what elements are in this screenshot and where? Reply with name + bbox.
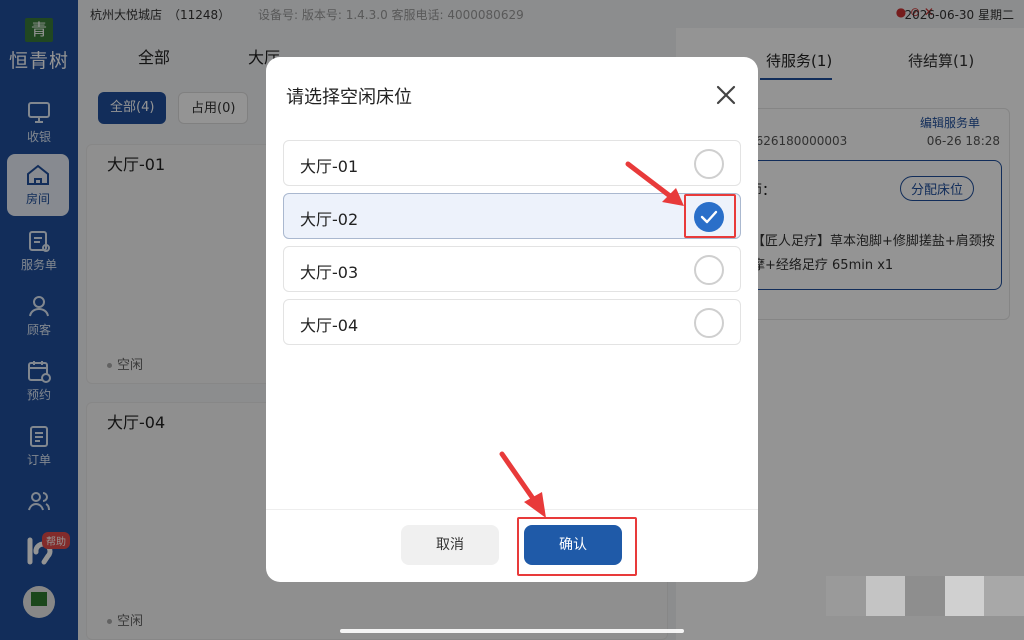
radio-unchecked-icon[interactable] [694, 308, 724, 338]
arrow-icon [499, 451, 546, 518]
bed-option-label: 大厅-04 [300, 316, 359, 335]
radio-unchecked-icon[interactable] [694, 255, 724, 285]
highlight-box-radio [684, 194, 736, 238]
bed-option-label: 大厅-02 [300, 210, 359, 229]
home-indicator[interactable] [340, 629, 684, 633]
arrow-icon [625, 161, 684, 206]
bed-option[interactable]: 大厅-03 [283, 246, 741, 292]
radio-unchecked-icon[interactable] [694, 149, 724, 179]
close-icon[interactable] [714, 83, 738, 107]
bed-option-label: 大厅-03 [300, 263, 359, 282]
privacy-mosaic [826, 576, 1024, 616]
dialog-title: 请选择空闲床位 [286, 87, 412, 108]
bed-option[interactable]: 大厅-04 [283, 299, 741, 345]
bed-option-label: 大厅-01 [300, 157, 359, 176]
highlight-box-confirm [517, 517, 637, 576]
cancel-button[interactable]: 取消 [401, 525, 499, 565]
